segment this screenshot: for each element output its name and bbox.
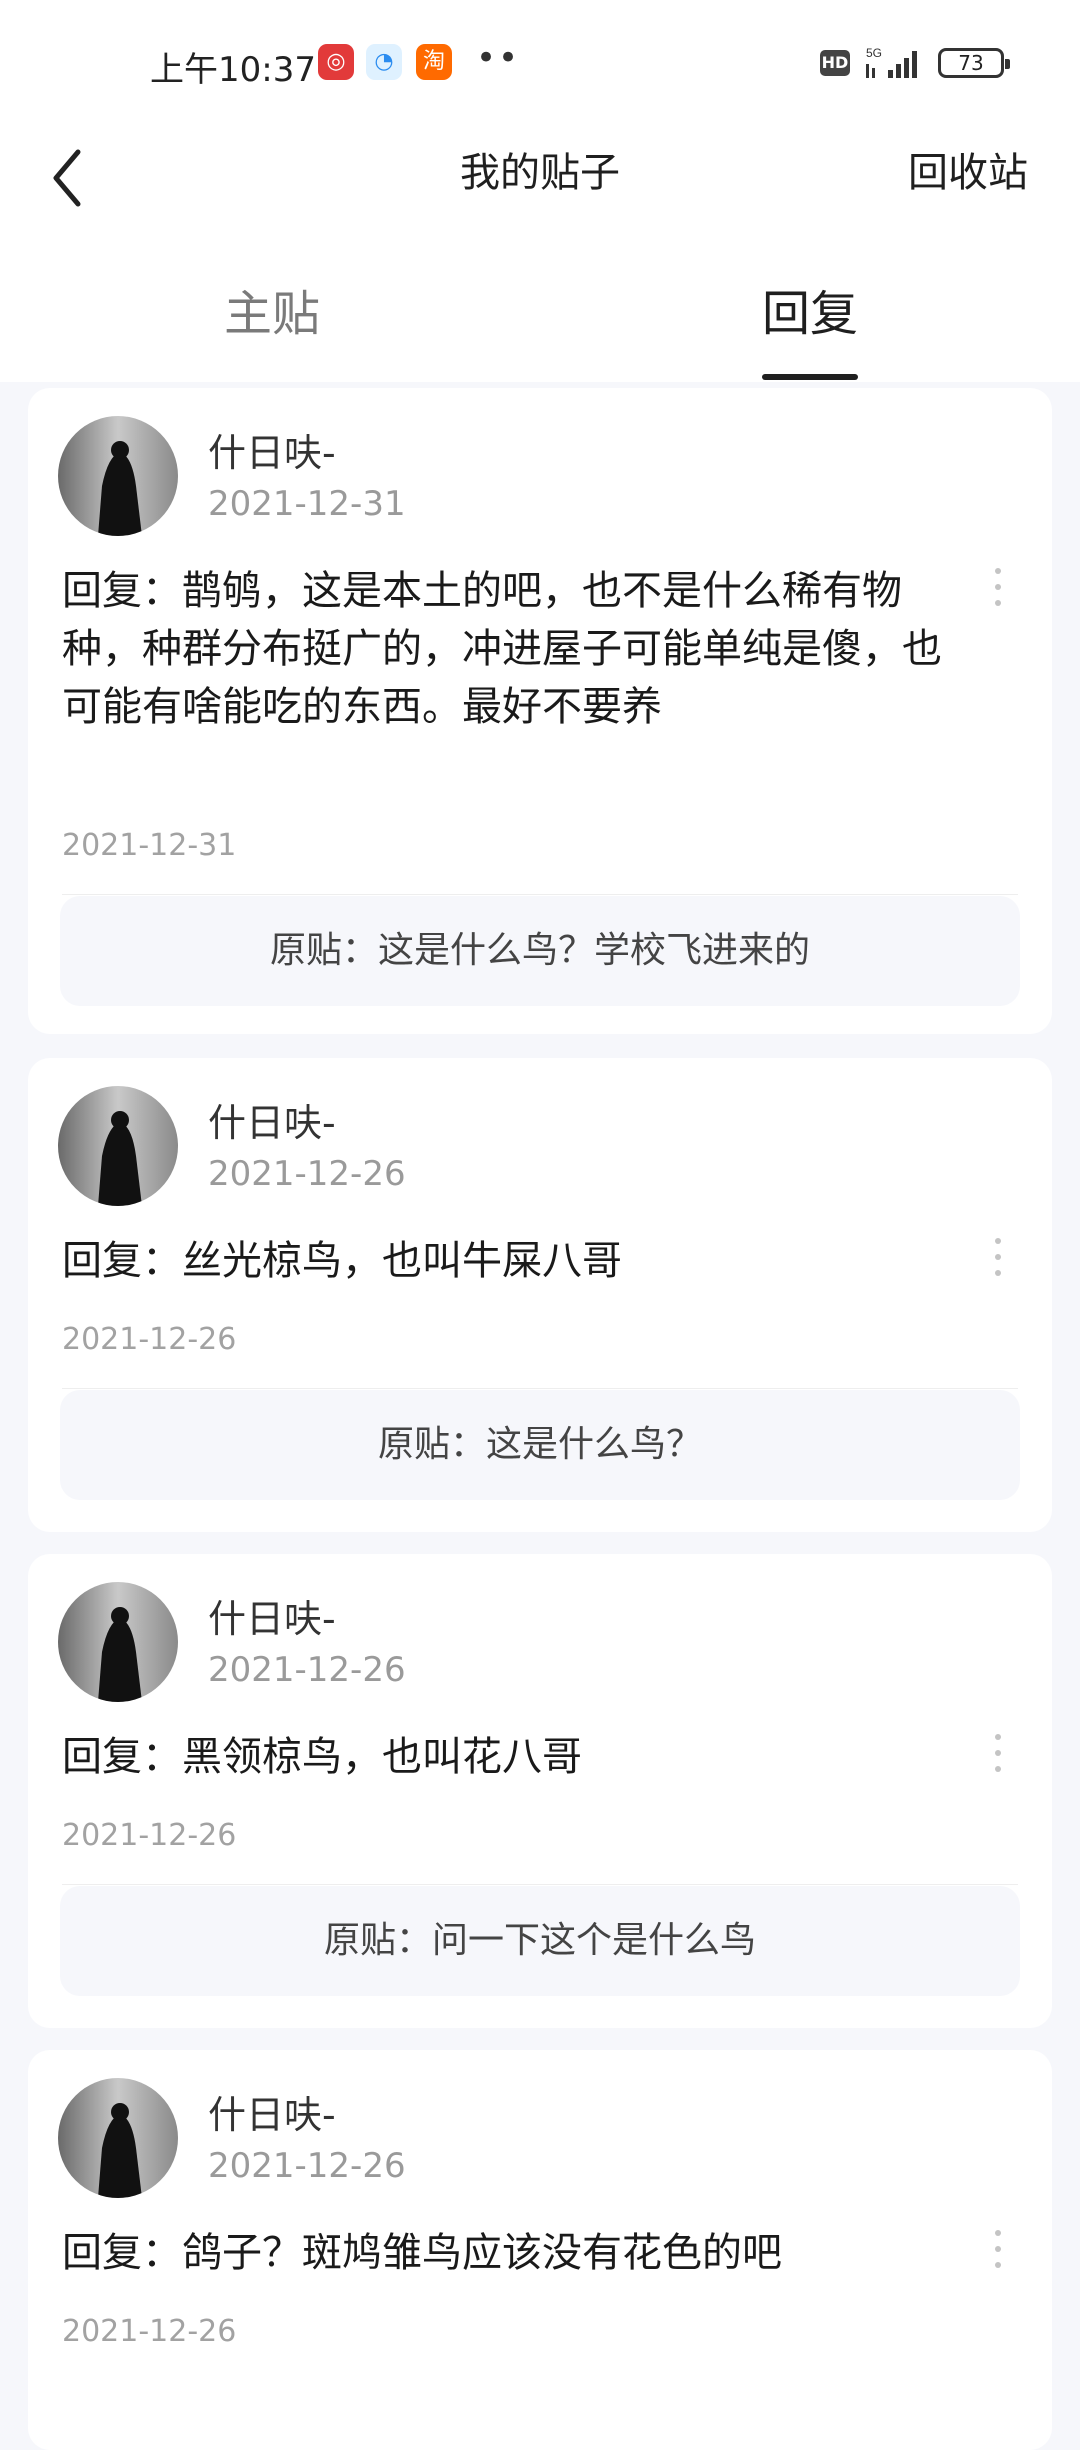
more-options-icon[interactable]: [992, 2230, 1004, 2286]
original-post-link[interactable]: 原贴：问一下这个是什么鸟: [60, 1886, 1020, 1996]
reply-card[interactable]: 什日呋- 2021-12-26 回复：鸽子？斑鸠雏鸟应该没有花色的吧 2021-…: [28, 2050, 1052, 2450]
tab-main-posts[interactable]: 主贴: [224, 274, 320, 344]
reply-card[interactable]: 什日呋- 2021-12-26 回复：黑领椋鸟，也叫花八哥 2021-12-26…: [28, 1554, 1052, 2028]
original-post-link[interactable]: 原贴：这是什么鸟？: [60, 1390, 1020, 1500]
battery-icon: 73: [938, 48, 1010, 78]
tab-replies[interactable]: 回复: [762, 274, 858, 344]
reply-text: 回复：黑领椋鸟，也叫花八哥: [62, 1734, 582, 1780]
nav-bar: 我的贴子 回收站: [0, 130, 1080, 250]
status-bar: 上午10:37 ◎ ◔ 淘 •• HD 5G 73: [0, 0, 1080, 130]
reply-text: 回复：丝光椋鸟，也叫牛屎八哥: [62, 1238, 622, 1284]
reply-date: 2021-12-26: [62, 2314, 237, 2349]
hd-voice-icon: HD: [820, 50, 850, 76]
reply-card[interactable]: 什日呋- 2021-12-31 回复：鹊鸲，这是本土的吧，也不是什么稀有物种，种…: [28, 388, 1052, 1034]
taobao-icon: 淘: [416, 44, 452, 80]
avatar[interactable]: [58, 416, 178, 536]
network-type-label: 5G: [866, 46, 882, 60]
netease-music-icon: ◎: [318, 44, 354, 80]
recycle-bin-button[interactable]: 回收站: [908, 140, 1028, 198]
status-time: 上午10:37: [150, 50, 316, 90]
active-tab-indicator: [762, 374, 858, 380]
reply-card[interactable]: 什日呋- 2021-12-26 回复：丝光椋鸟，也叫牛屎八哥 2021-12-2…: [28, 1058, 1052, 1532]
reply-date: 2021-12-26: [62, 1322, 237, 1357]
username[interactable]: 什日呋-: [208, 1092, 336, 1147]
user-date: 2021-12-26: [208, 1650, 406, 1690]
username[interactable]: 什日呋-: [208, 1588, 336, 1643]
more-notifications-icon: ••: [476, 38, 521, 78]
user-date: 2021-12-26: [208, 2146, 406, 2186]
qq-browser-icon: ◔: [366, 44, 402, 80]
avatar[interactable]: [58, 1086, 178, 1206]
original-post-link[interactable]: 原贴：这是什么鸟？学校飞进来的: [60, 896, 1020, 1006]
username[interactable]: 什日呋-: [208, 2084, 336, 2139]
signal-icon: 5G: [866, 46, 917, 78]
more-options-icon[interactable]: [992, 568, 1004, 624]
reply-text: 回复：鸽子？斑鸠雏鸟应该没有花色的吧: [62, 2230, 782, 2276]
divider: [62, 894, 1018, 895]
user-date: 2021-12-31: [208, 484, 406, 524]
more-options-icon[interactable]: [992, 1734, 1004, 1790]
reply-date: 2021-12-31: [62, 828, 237, 863]
divider: [62, 1884, 1018, 1885]
reply-date: 2021-12-26: [62, 1818, 237, 1853]
user-date: 2021-12-26: [208, 1154, 406, 1194]
avatar[interactable]: [58, 2078, 178, 2198]
username[interactable]: 什日呋-: [208, 422, 336, 477]
avatar[interactable]: [58, 1582, 178, 1702]
reply-text: 回复：鹊鸲，这是本土的吧，也不是什么稀有物种，种群分布挺广的，冲进屋子可能单纯是…: [62, 568, 942, 730]
more-options-icon[interactable]: [992, 1238, 1004, 1294]
divider: [62, 1388, 1018, 1389]
tab-bar: 主贴 回复: [0, 250, 1080, 382]
